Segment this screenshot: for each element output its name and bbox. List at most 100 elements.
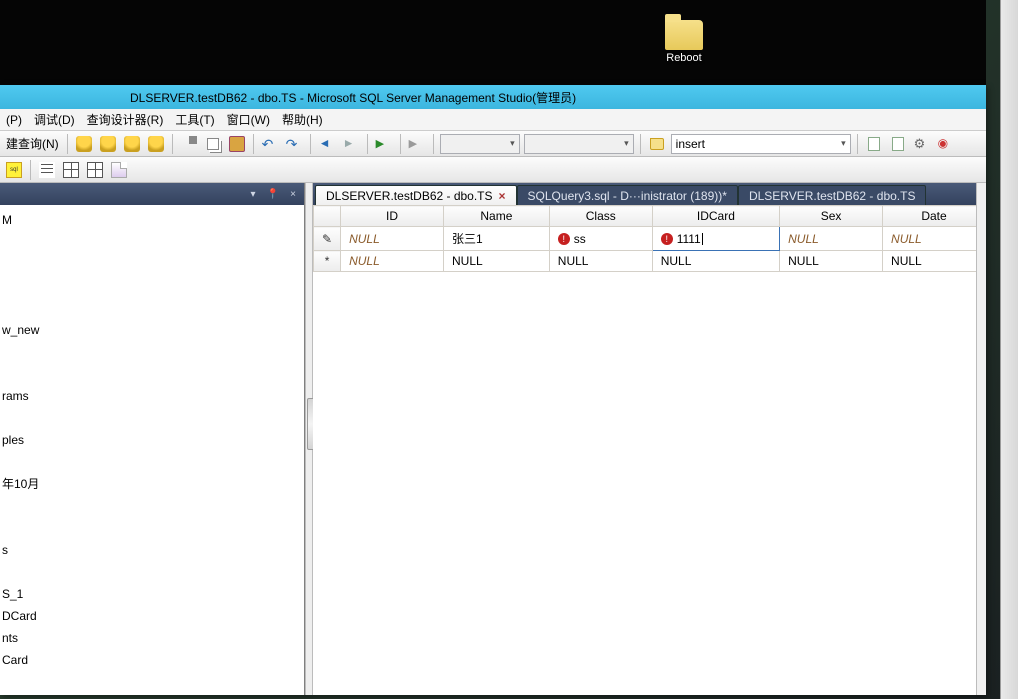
tree-item[interactable]: DCard	[0, 605, 302, 627]
data-grid[interactable]: IDNameClassIDCardSexDate ✎NULL张三1!ss!111…	[313, 205, 986, 695]
tree-item[interactable]: w_new	[0, 319, 302, 341]
tree-item[interactable]: Card	[0, 649, 302, 671]
table-row[interactable]: *NULLNULLNULLNULLNULLNULL	[314, 251, 986, 272]
new-query-button[interactable]: 建查询(N)	[4, 135, 61, 152]
table-button-1[interactable]	[61, 160, 81, 180]
tool-btn-d[interactable]: ◉	[936, 134, 956, 154]
tree-item[interactable]	[0, 341, 302, 363]
tree-item[interactable]	[0, 231, 302, 253]
document-tab[interactable]: DLSERVER.testDB62 - dbo.TS×	[315, 185, 517, 205]
document-tab[interactable]: DLSERVER.testDB62 - dbo.TS	[738, 185, 927, 205]
tree-item[interactable]: S_1	[0, 583, 302, 605]
menu-item[interactable]: 帮助(H)	[276, 109, 329, 131]
outer-scrollbar[interactable]	[1000, 0, 1018, 699]
panel-menu-icon[interactable]: ▾	[246, 187, 260, 201]
tree-item[interactable]: nts	[0, 627, 302, 649]
db-button-2[interactable]	[98, 134, 118, 154]
tool-btn-a[interactable]	[864, 134, 884, 154]
menu-item[interactable]: 工具(T)	[169, 109, 220, 131]
close-icon[interactable]: ×	[499, 189, 506, 203]
tool-btn-c[interactable]	[912, 134, 932, 154]
tree-item[interactable]	[0, 693, 302, 695]
tree-item[interactable]: 年10月	[0, 473, 302, 495]
toolbar-separator	[30, 160, 31, 180]
tree-item[interactable]: s	[0, 539, 302, 561]
column-header[interactable]: Class	[549, 206, 652, 227]
sql-button[interactable]: sql	[4, 160, 24, 180]
open-button[interactable]	[647, 134, 667, 154]
cell-value: ss	[574, 232, 586, 246]
table-cell[interactable]: 张三1	[443, 227, 549, 251]
table-cell[interactable]: NULL	[341, 227, 444, 251]
tree-item[interactable]	[0, 561, 302, 583]
tree-item[interactable]	[0, 275, 302, 297]
tree-item[interactable]: rams	[0, 385, 302, 407]
tree-item[interactable]: M	[0, 209, 302, 231]
results-button[interactable]	[109, 160, 129, 180]
data-table: IDNameClassIDCardSexDate ✎NULL张三1!ss!111…	[313, 205, 986, 272]
right-scroll-strip[interactable]	[976, 183, 986, 695]
text-cursor	[702, 233, 703, 245]
row-marker[interactable]: ✎	[314, 227, 341, 251]
column-header[interactable]: Sex	[780, 206, 883, 227]
db-button-1[interactable]	[74, 134, 94, 154]
row-marker[interactable]: *	[314, 251, 341, 272]
panel-pin-icon[interactable]: 📍	[266, 187, 280, 201]
object-explorer-list[interactable]: Mw_newramsples年10月sS_1DCardntsCards	[0, 205, 304, 695]
tree-item[interactable]: ples	[0, 429, 302, 451]
table-cell[interactable]: NULL	[883, 227, 986, 251]
table-cell[interactable]: NULL	[883, 251, 986, 272]
menu-item[interactable]: 查询设计器(R)	[81, 109, 170, 131]
run-disabled-button[interactable]	[407, 134, 427, 154]
table-cell[interactable]: NULL	[341, 251, 444, 272]
table-cell[interactable]: NULL	[549, 251, 652, 272]
column-header[interactable]: Date	[883, 206, 986, 227]
panel-header[interactable]: ▾ 📍 ×	[0, 183, 304, 205]
execute-button[interactable]	[374, 134, 394, 154]
column-header[interactable]: Name	[443, 206, 549, 227]
tree-item[interactable]	[0, 495, 302, 517]
combo-disabled-1[interactable]: ▾	[440, 134, 520, 154]
undo-button[interactable]	[260, 134, 280, 154]
tool-btn-b[interactable]	[888, 134, 908, 154]
file-icon	[868, 137, 880, 151]
combo-disabled-2[interactable]: ▾	[524, 134, 634, 154]
desktop-folder-reboot[interactable]: Reboot	[660, 20, 708, 64]
menu-item[interactable]: 调试(D)	[28, 109, 81, 131]
tree-item[interactable]	[0, 671, 302, 693]
vertical-splitter[interactable]	[305, 183, 313, 695]
nav-fwd-button[interactable]: ►	[341, 134, 361, 154]
table-cell[interactable]: NULL	[780, 251, 883, 272]
column-header[interactable]: ID	[341, 206, 444, 227]
table-row[interactable]: ✎NULL张三1!ss!1111NULLNULL	[314, 227, 986, 251]
list-button[interactable]	[37, 160, 57, 180]
db-button-4[interactable]	[146, 134, 166, 154]
insert-combo[interactable]: insert▾	[671, 134, 851, 154]
table-cell[interactable]: NULL	[780, 227, 883, 251]
db-button-3[interactable]	[122, 134, 142, 154]
tree-item[interactable]	[0, 253, 302, 275]
tree-item[interactable]	[0, 517, 302, 539]
table-button-2[interactable]	[85, 160, 105, 180]
table-cell[interactable]: NULL	[443, 251, 549, 272]
tree-item[interactable]	[0, 451, 302, 473]
window-titlebar[interactable]: DLSERVER.testDB62 - dbo.TS - Microsoft S…	[0, 85, 986, 109]
menu-item[interactable]: 窗口(W)	[221, 109, 276, 131]
menu-item[interactable]: (P)	[0, 109, 28, 131]
panel-close-icon[interactable]: ×	[286, 187, 300, 201]
copy-button[interactable]	[203, 134, 223, 154]
row-selector-header[interactable]	[314, 206, 341, 227]
document-tab[interactable]: SQLQuery3.sql - D···inistrator (189))*	[517, 185, 738, 205]
tree-item[interactable]	[0, 363, 302, 385]
nav-back-button[interactable]: ◄	[317, 134, 337, 154]
cut-button[interactable]	[179, 134, 199, 154]
column-header[interactable]: IDCard	[652, 206, 779, 227]
tree-item[interactable]	[0, 407, 302, 429]
table-cell[interactable]: !1111	[652, 227, 779, 251]
table-cell[interactable]: NULL	[652, 251, 779, 272]
tree-item[interactable]	[0, 297, 302, 319]
redo-button[interactable]	[284, 134, 304, 154]
table-cell[interactable]: !ss	[549, 227, 652, 251]
paste-button[interactable]	[227, 134, 247, 154]
sql-icon: sql	[6, 162, 22, 178]
